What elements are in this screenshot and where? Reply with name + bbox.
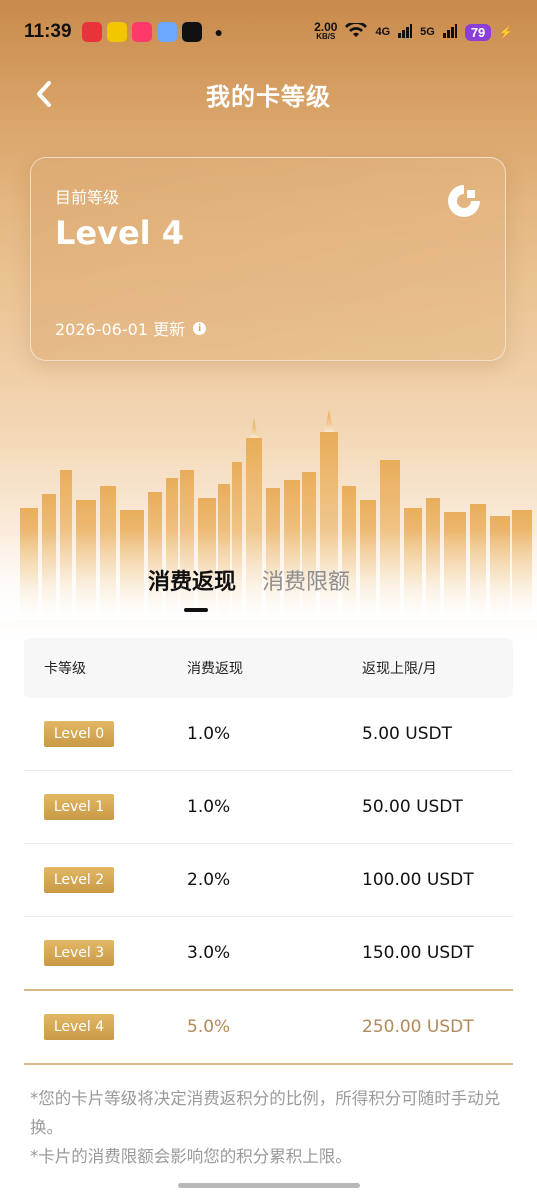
info-icon[interactable]: i: [193, 321, 207, 335]
table-row: Level 2 2.0% 100.00 USDT: [24, 844, 513, 917]
current-level-label: 目前等级: [55, 188, 120, 207]
nav-bar: 我的卡等级: [0, 68, 537, 120]
battery-level: 79: [464, 23, 492, 41]
monthly-cap: 150.00 USDT: [362, 943, 474, 963]
active-tab-indicator: [184, 608, 208, 612]
cashback-rate: 3.0%: [187, 943, 231, 963]
back-button[interactable]: [28, 78, 60, 110]
net-speed-unit: KB/S: [316, 32, 336, 41]
app-notification-icon: [106, 22, 127, 42]
update-date: 2026-06-01 更新 i: [55, 316, 207, 340]
current-level-card: 目前等级 Level 4 2026-06-01 更新 i: [30, 157, 506, 361]
charging-icon: ⚡: [499, 26, 513, 39]
home-indicator[interactable]: [178, 1183, 360, 1188]
table-header: 卡等级 消费返现 返现上限/月: [24, 638, 513, 698]
level-badge: Level 2: [44, 867, 114, 893]
level-badge: Level 1: [44, 794, 114, 820]
table-row: Level 3 3.0% 150.00 USDT: [24, 917, 513, 989]
cashback-rate: 1.0%: [187, 724, 231, 744]
more-dot-icon: ●: [214, 24, 224, 40]
monthly-cap: 100.00 USDT: [362, 870, 474, 890]
signal-4g-label: 4G: [375, 26, 391, 38]
cashback-table: 卡等级 消费返现 返现上限/月 Level 0 1.0% 5.00 USDT L…: [24, 638, 513, 1065]
signal-5g-label: 5G: [420, 26, 435, 38]
hero-background: 11:39 ● 2.00 KB/S 4G 5G 79 ⚡ 我的卡等级 目前等级 …: [0, 0, 537, 640]
app-notification-icon: [156, 22, 177, 42]
header-monthly-cap: 返现上限/月: [362, 661, 437, 677]
page-title: 我的卡等级: [206, 82, 331, 111]
tab-spending-limit[interactable]: 消费限额: [262, 564, 350, 596]
app-notification-icon: [181, 22, 202, 42]
signal-icon: [442, 23, 457, 41]
status-bar: 11:39 ● 2.00 KB/S 4G 5G 79 ⚡: [0, 0, 537, 64]
app-notification-icon: [81, 22, 102, 42]
level-badge: Level 4: [44, 1014, 114, 1040]
footnote: *您的卡片等级将决定消费返积分的比例，所得积分可随时手动兑换。: [30, 1089, 501, 1137]
tab-cashback[interactable]: 消费返现: [148, 564, 236, 596]
monthly-cap: 5.00 USDT: [362, 724, 452, 744]
level-badge: Level 0: [44, 721, 114, 747]
table-row-current: Level 4 5.0% 250.00 USDT: [24, 989, 513, 1065]
cashback-rate: 5.0%: [187, 1017, 231, 1037]
tab-bar: 消费返现 消费限额: [148, 564, 350, 596]
signal-icon: [398, 23, 413, 41]
brand-logo-icon: [448, 185, 480, 217]
clock: 11:39: [24, 21, 72, 42]
header-card-level: 卡等级: [44, 661, 86, 677]
monthly-cap: 250.00 USDT: [362, 1017, 474, 1037]
footnote: *卡片的消费限额会影响您的积分累积上限。: [30, 1147, 352, 1166]
wifi-icon: [345, 20, 368, 42]
table-row: Level 1 1.0% 50.00 USDT: [24, 771, 513, 844]
cashback-rate: 1.0%: [187, 797, 231, 817]
cashback-rate: 2.0%: [187, 870, 231, 890]
update-date-text: 2026-06-01 更新: [55, 320, 186, 339]
footnotes: *您的卡片等级将决定消费返积分的比例，所得积分可随时手动兑换。 *卡片的消费限额…: [30, 1084, 506, 1171]
system-status: 2.00 KB/S 4G 5G 79 ⚡: [314, 20, 513, 42]
notification-icons: ●: [81, 22, 224, 42]
header-cashback: 消费返现: [187, 661, 243, 677]
current-level-value: Level 4: [55, 214, 185, 252]
app-notification-icon: [131, 22, 152, 42]
chevron-left-icon: [37, 81, 51, 107]
net-speed: 2.00 KB/S: [314, 21, 337, 42]
table-row: Level 0 1.0% 5.00 USDT: [24, 698, 513, 771]
level-badge: Level 3: [44, 940, 114, 966]
monthly-cap: 50.00 USDT: [362, 797, 463, 817]
